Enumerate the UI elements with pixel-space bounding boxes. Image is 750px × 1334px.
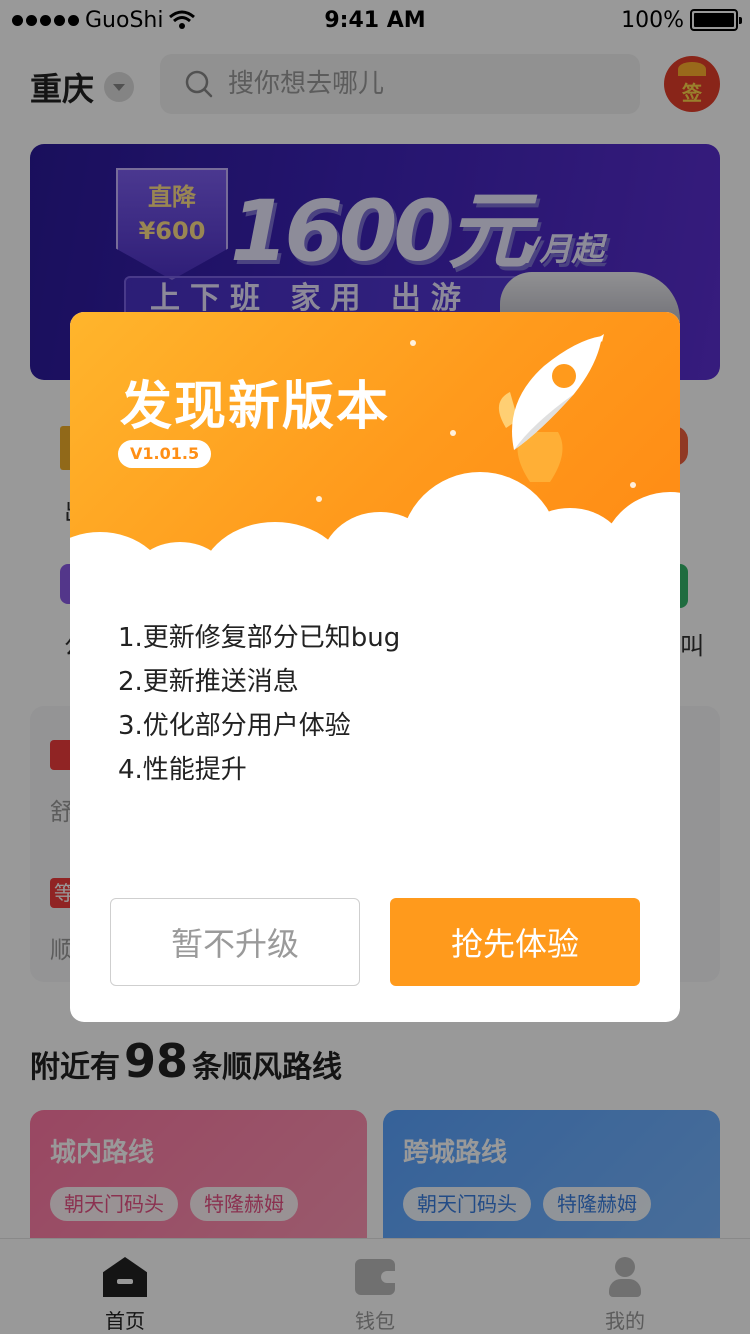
- sparkle-icon: [410, 340, 416, 346]
- release-notes: 1.更新修复部分已知bug 2.更新推送消息 3.优化部分用户体验 4.性能提升: [118, 616, 400, 792]
- release-note-item: 1.更新修复部分已知bug: [118, 623, 401, 653]
- sparkle-icon: [450, 430, 456, 436]
- update-now-button[interactable]: 抢先体验: [390, 898, 640, 986]
- dialog-title: 发现新版本: [120, 377, 391, 437]
- release-note-item: 2.更新推送消息: [118, 667, 299, 697]
- update-dialog: 发现新版本 V1.01.5 1.更新修复部分已知bug 2.更新推送消息 3.优…: [70, 312, 680, 1022]
- release-note-item: 3.优化部分用户体验: [118, 711, 351, 741]
- cloud-decoration: [70, 462, 680, 652]
- skip-update-button[interactable]: 暂不升级: [110, 898, 360, 986]
- dialog-header: 发现新版本 V1.01.5: [70, 312, 680, 652]
- release-note-item: 4.性能提升: [118, 755, 247, 785]
